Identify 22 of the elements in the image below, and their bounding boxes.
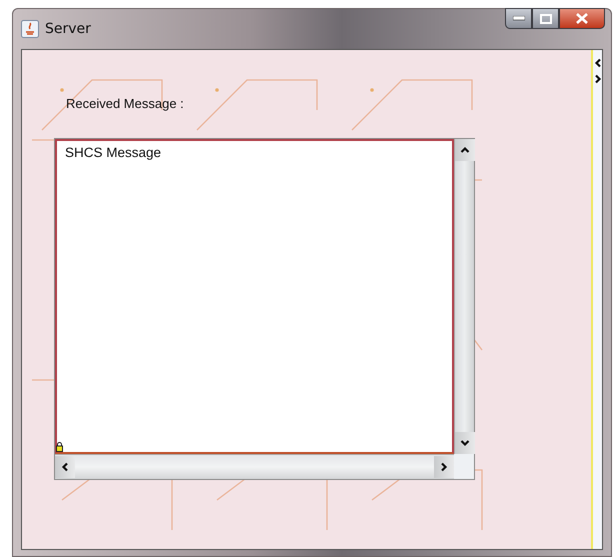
- scroll-left-button[interactable]: [55, 456, 75, 478]
- received-message-label: Received Message :: [66, 96, 185, 111]
- message-text-area[interactable]: SHCS Message: [55, 139, 454, 454]
- window-title: Server: [45, 21, 91, 37]
- close-button[interactable]: [559, 8, 605, 29]
- vertical-scrollbar[interactable]: [454, 139, 474, 454]
- chevron-left-icon: [60, 462, 70, 472]
- chevron-right-icon: [439, 462, 449, 472]
- chevron-up-icon: [460, 145, 470, 155]
- lock-icon: [56, 442, 63, 452]
- chevron-left-icon: [592, 58, 602, 68]
- scroll-up-button[interactable]: [455, 139, 475, 161]
- close-icon: [576, 13, 588, 24]
- scroll-down-button[interactable]: [455, 432, 475, 454]
- chevron-right-icon: [592, 74, 602, 84]
- maximize-button[interactable]: [532, 8, 559, 29]
- maximize-icon: [540, 14, 552, 24]
- scroll-right-button[interactable]: [434, 456, 454, 478]
- minimize-button[interactable]: [505, 8, 532, 29]
- minimize-icon: [512, 16, 524, 21]
- app-icon: [21, 20, 39, 38]
- chevron-down-icon: [460, 438, 470, 448]
